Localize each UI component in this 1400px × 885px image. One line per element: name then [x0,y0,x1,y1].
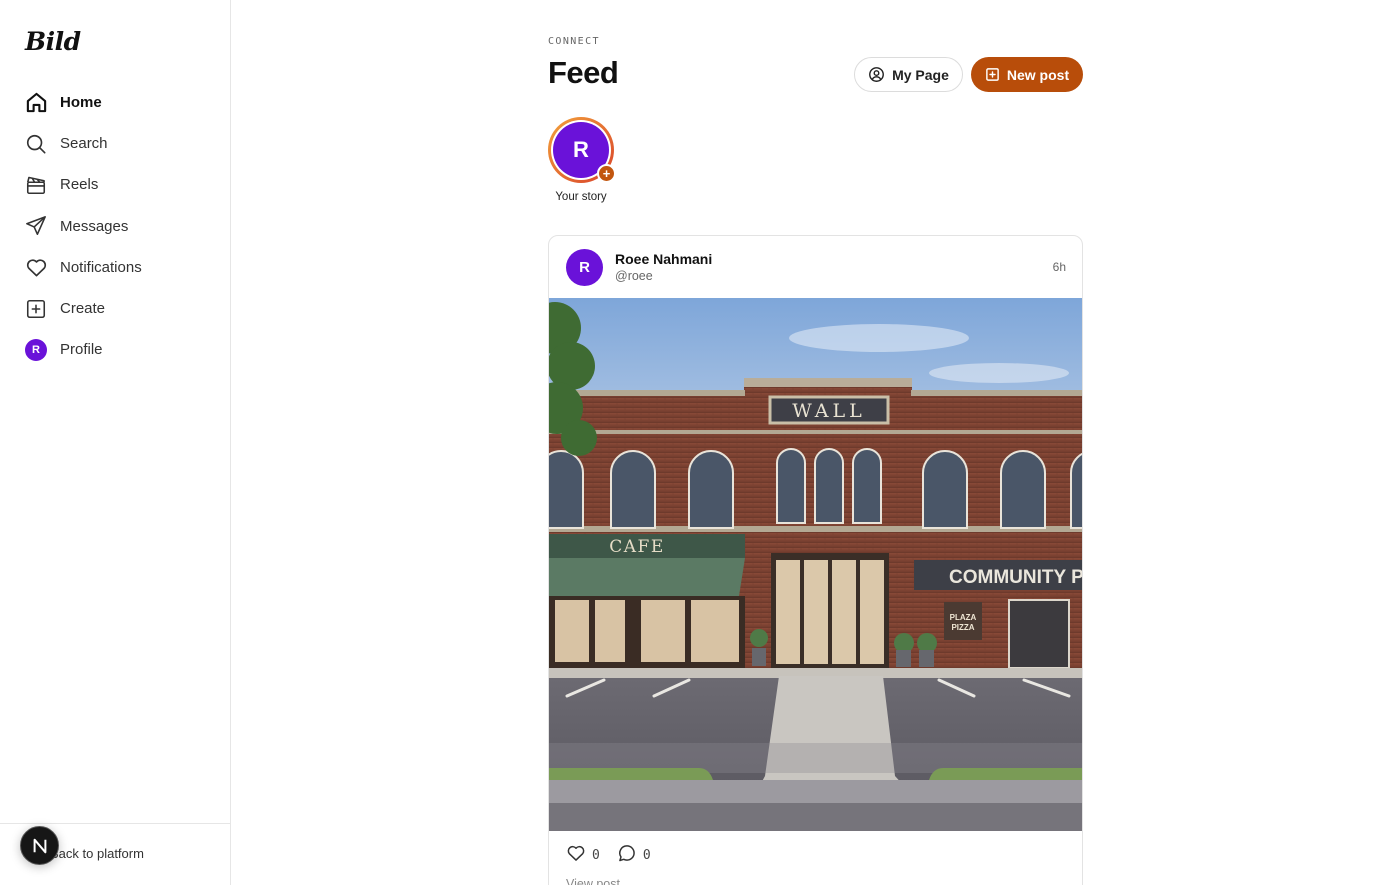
add-story-icon[interactable]: + [597,164,616,183]
sidebar: Bild Home Search Reels Messages Notifica… [0,0,231,885]
sidebar-item-label: Home [60,94,102,112]
like-count: 0 [592,848,600,863]
pizza-logo-line-2: PIZZA [951,623,974,632]
story-label: Your story [555,191,607,203]
sidebar-item-label: Profile [60,341,103,359]
my-page-button[interactable]: My Page [854,57,963,92]
post-author[interactable]: Roee Nahmani [615,251,712,267]
sidebar-item-label: Notifications [60,258,142,276]
building-sign-text: WALL [792,400,866,422]
home-icon [24,91,48,115]
post-header: R Roee Nahmani @roee 6h [549,236,1082,298]
pizza-logo-line-1: PLAZA [950,613,977,622]
comment-icon [617,843,637,868]
page-title: Feed [548,55,619,90]
new-post-label: New post [1006,66,1070,83]
send-icon [24,214,48,238]
store-sign-text: COMMUNITY PIZZ [949,567,1083,588]
n-logo-icon [33,838,46,853]
sidebar-item-create[interactable]: Create [24,288,214,329]
like-button[interactable]: 0 [566,843,600,868]
sidebar-item-reels[interactable]: Reels [24,164,214,205]
post-card: R Roee Nahmani @roee 6h WALL CAFE COMMUN… [548,235,1083,885]
user-circle-icon [868,66,885,83]
back-to-platform-link[interactable]: Back to platform [50,846,144,861]
sidebar-item-messages[interactable]: Messages [24,206,214,247]
sidebar-item-label: Reels [60,176,99,194]
view-post-link[interactable]: View post [566,877,620,885]
post-actions: 0 0 [566,843,668,868]
search-icon [24,132,48,156]
awning-sign-text: CAFE [609,537,665,557]
sidebar-item-search[interactable]: Search [24,123,214,164]
avatar[interactable]: R [566,249,603,286]
sidebar-item-label: Messages [60,217,129,235]
comment-count: 0 [642,848,651,863]
sidebar-item-profile[interactable]: R Profile [24,329,214,370]
sidebar-item-label: Search [60,135,108,153]
sidebar-nav: Home Search Reels Messages Notifications [24,82,214,370]
sidebar-item-notifications[interactable]: Notifications [24,247,214,288]
post-image[interactable]: WALL CAFE COMMUNITY P PLAZA PIZZA [549,298,1083,831]
heart-icon [24,255,48,279]
post-handle: @roee [615,269,653,283]
platform-badge-icon[interactable] [20,826,59,865]
sidebar-item-home[interactable]: Home [24,82,214,123]
avatar-icon: R [24,338,48,362]
plus-square-icon [985,67,1000,82]
sidebar-item-label: Create [60,300,106,318]
avatar: R [25,338,47,361]
section-eyebrow: CONNECT [548,36,600,47]
post-timestamp: 6h [1052,260,1066,274]
my-page-label: My Page [892,66,949,83]
clapperboard-icon [24,173,48,197]
app-logo[interactable]: Bild [25,27,81,56]
heart-icon [566,843,586,868]
plus-square-icon [24,297,48,321]
story-item[interactable]: R + Your story [548,117,616,203]
comment-button[interactable]: 0 [617,843,651,868]
story-ring: R + [548,117,616,183]
new-post-button[interactable]: New post [971,57,1083,92]
